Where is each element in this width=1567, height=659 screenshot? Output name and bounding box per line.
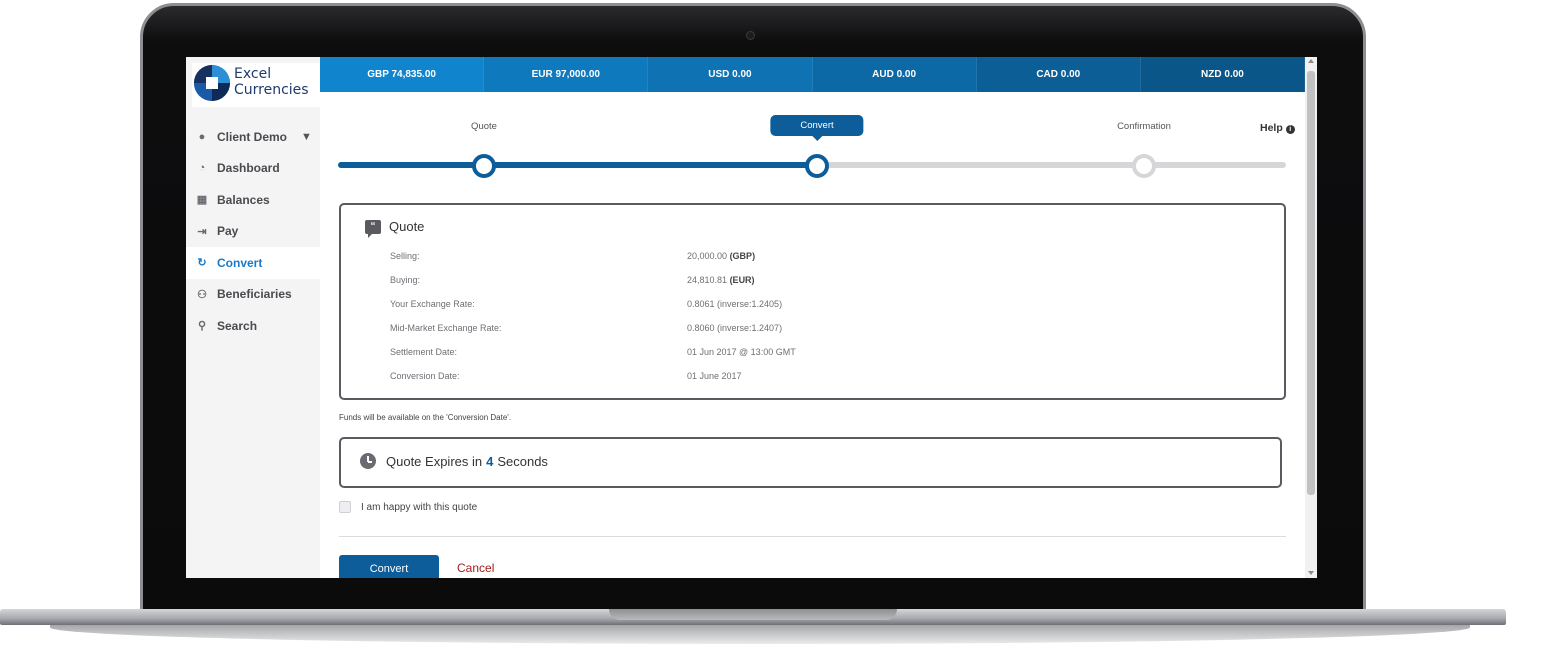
sidebar-nav: ● Client Demo ▼ ◔ Dashboard ▦ Balances ⇥… [186,121,320,342]
sidebar-item-convert[interactable]: ↻ Convert [186,247,320,279]
quote-value-settlement-date: 01 Jun 2017 @ 13:00 GMT [687,347,796,357]
expiry-suffix: Seconds [497,453,548,469]
quote-expiry-panel: Quote Expires in 4 Seconds [339,437,1282,488]
stepper-track-complete [338,162,818,168]
currency-balance-bar: GBP 74,835.00 EUR 97,000.00 USD 0.00 AUD… [320,57,1306,92]
search-icon: ⚲ [197,320,207,333]
sign-out-icon: ⇥ [197,225,207,238]
balance-cad[interactable]: CAD 0.00 [976,57,1141,92]
sidebar-item-pay[interactable]: ⇥ Pay [186,216,320,248]
quote-label-mid-market-rate: Mid-Market Exchange Rate: [390,323,502,333]
stepper-track-remaining [816,162,1286,168]
agree-label[interactable]: I am happy with this quote [361,502,477,513]
step-label-convert: Convert [770,115,864,136]
expiry-prefix: Quote Expires in [386,453,483,469]
step-label-quote: Quote [471,121,497,132]
caret-down-icon[interactable]: ▼ [301,131,312,143]
info-icon: i [1285,125,1295,134]
sidebar-item-label: Beneficiaries [217,287,292,302]
scroll-down-icon[interactable] [1308,571,1314,575]
quote-label-settlement-date: Settlement Date: [390,347,458,357]
cancel-link[interactable]: Cancel [457,561,494,575]
step-node-confirmation [1132,154,1156,178]
step-label-confirmation: Confirmation [1117,121,1171,132]
refresh-icon: ↻ [197,257,207,270]
scroll-up-icon[interactable] [1308,59,1314,63]
page-scrollbar[interactable] [1305,57,1317,578]
user-icon: ● [198,130,206,143]
sidebar-item-beneficiaries[interactable]: ⚇ Beneficiaries [186,279,320,311]
logo-line-2: Currencies [234,82,309,98]
clock-icon [360,453,376,469]
scroll-thumb[interactable] [1307,71,1315,495]
sidebar-item-balances[interactable]: ▦ Balances [186,184,320,216]
quote-value-mid-market-rate: 0.8060 (inverse:1.2407) [687,323,783,333]
sidebar-item-label: Search [217,318,258,333]
sidebar-item-dashboard[interactable]: ◔ Dashboard [186,153,320,185]
quote-label-conversion-date: Conversion Date: [390,371,460,381]
quote-value-buying: 24,810.81 (EUR) [687,275,755,285]
sidebar-item-label: Balances [217,192,270,207]
quote-label-buying: Buying: [390,275,421,285]
quote-title: Quote [389,219,425,234]
divider [339,536,1286,537]
logo-mark-icon [194,65,230,101]
expiry-seconds: 4 [486,453,494,469]
logo-line-1: Excel [234,66,272,82]
quote-panel: “ Quote Selling: 20,000.00 (GBP) Buying:… [339,203,1286,400]
step-node-convert [805,154,829,178]
dashboard-icon: ◔ [198,162,206,175]
help-link[interactable]: Help i [1260,122,1295,134]
quote-value-exchange-rate: 0.8061 (inverse:1.2405) [687,299,783,309]
quote-value-selling: 20,000.00 (GBP) [687,251,755,261]
app-screen: Excel Currencies ● Client Demo ▼ ◔ Dashb… [186,57,1317,578]
step-node-quote [472,154,496,178]
progress-stepper: Quote Convert Confirmation Help i [338,115,1295,178]
sidebar: Excel Currencies ● Client Demo ▼ ◔ Dashb… [186,57,320,578]
currency-code: (EUR) [729,275,755,285]
balance-aud[interactable]: AUD 0.00 [812,57,977,92]
laptop-notch [609,609,897,620]
convert-button[interactable]: Convert [339,555,439,578]
webcam [746,31,755,40]
users-icon: ⚇ [197,288,207,301]
agree-row: I am happy with this quote [339,501,477,513]
logo-text: Excel Currencies [234,66,309,98]
value-text: 20,000.00 [687,251,728,261]
quote-value-conversion-date: 01 June 2017 [687,371,742,381]
quote-icon: “ [365,219,381,238]
agree-checkbox[interactable] [339,501,351,513]
quote-label-exchange-rate: Your Exchange Rate: [390,299,475,309]
calculator-icon: ▦ [196,194,208,207]
quote-label-selling: Selling: [390,251,420,261]
logo[interactable]: Excel Currencies [192,63,320,107]
sidebar-item-label: Pay [217,224,239,239]
sidebar-item-label: Dashboard [217,161,280,176]
balance-nzd[interactable]: NZD 0.00 [1140,57,1306,92]
sidebar-item-label: Client Demo [217,129,288,144]
currency-code: (GBP) [729,251,756,261]
value-text: 24,810.81 [687,275,728,285]
balance-eur[interactable]: EUR 97,000.00 [484,57,649,92]
laptop-shadow [50,624,1470,644]
sidebar-item-label: Convert [217,255,263,270]
quote-expiry-text: Quote Expires in 4 Seconds [360,453,548,469]
funds-availability-note: Funds will be available on the 'Conversi… [339,413,512,422]
sidebar-item-client-demo[interactable]: ● Client Demo ▼ [186,121,320,153]
quote-heading: “ Quote [365,219,425,238]
sidebar-item-search[interactable]: ⚲ Search [186,310,320,342]
balance-gbp[interactable]: GBP 74,835.00 [320,57,485,92]
help-label: Help [1260,122,1283,134]
balance-usd[interactable]: USD 0.00 [648,57,813,92]
